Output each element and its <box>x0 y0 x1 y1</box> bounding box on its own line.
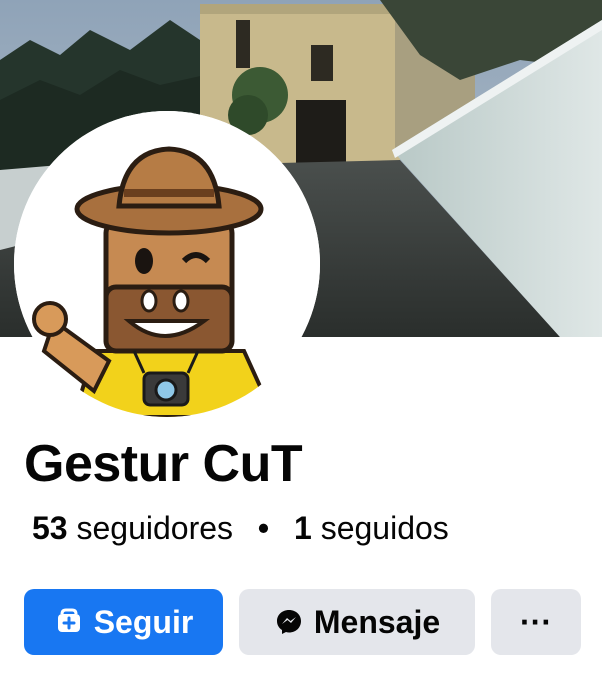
followers-label[interactable]: seguidores <box>76 510 233 546</box>
stats-separator: • <box>257 510 270 546</box>
profile-avatar[interactable] <box>14 111 320 417</box>
profile-name: Gestur CuT <box>24 435 303 493</box>
follow-button[interactable]: Seguir <box>24 589 223 655</box>
messenger-icon <box>274 607 304 637</box>
message-button[interactable]: Mensaje <box>239 589 475 655</box>
add-friend-icon <box>54 607 84 637</box>
follow-stats: 53 seguidores • 1 seguidos <box>32 510 449 547</box>
follow-button-label: Seguir <box>93 603 194 640</box>
following-count[interactable]: 1 <box>294 510 312 546</box>
following-label[interactable]: seguidos <box>321 510 449 546</box>
more-options-button[interactable]: ··· <box>491 589 581 655</box>
message-button-label: Mensaje <box>313 603 441 640</box>
followers-count[interactable]: 53 <box>32 510 68 546</box>
mascot-avatar-image <box>14 111 320 417</box>
more-options-label: ··· <box>520 603 552 640</box>
